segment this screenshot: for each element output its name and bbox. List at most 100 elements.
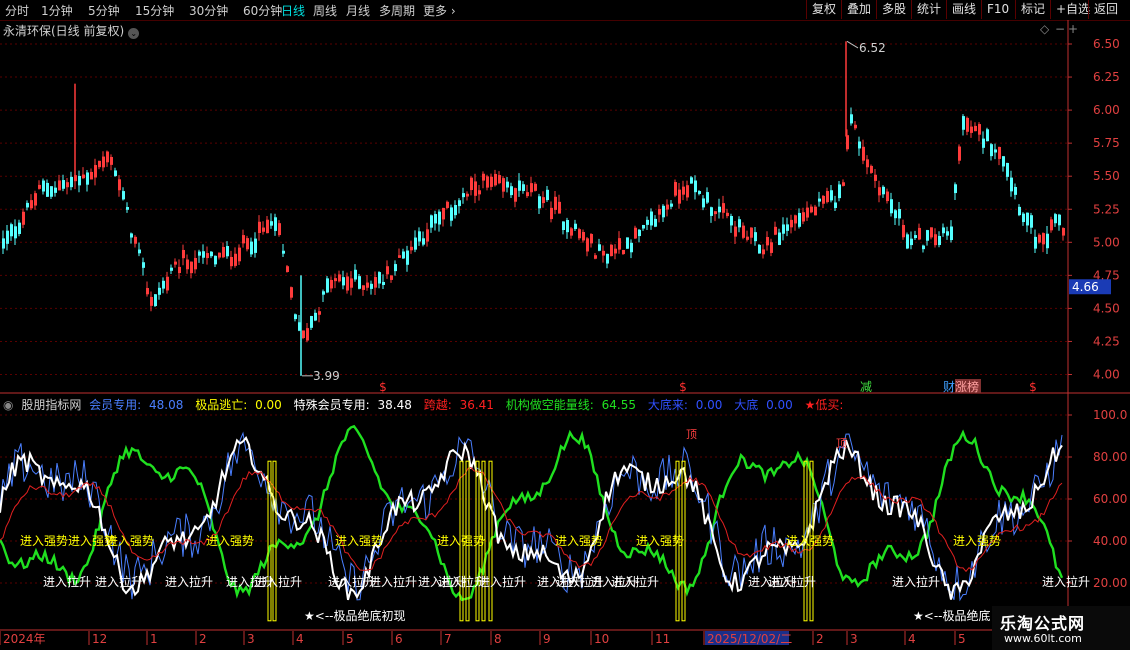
candle <box>334 273 337 289</box>
candle-body <box>610 244 613 257</box>
candle-body <box>794 215 797 224</box>
yellow-signal-label: 进入强势 <box>206 534 254 548</box>
candle <box>370 280 373 295</box>
candle-body <box>366 282 369 288</box>
candle-body <box>222 247 225 258</box>
candle-body <box>398 255 401 258</box>
white-signal-label: 进入拉升 <box>892 574 940 589</box>
high-price-label: 6.52 <box>859 41 886 55</box>
candle <box>326 275 329 294</box>
candle <box>986 127 989 142</box>
candle <box>990 142 993 161</box>
candle-body <box>458 200 461 207</box>
multi-stock-button[interactable]: 多股 <box>876 0 911 19</box>
tf-60min[interactable]: 60分钟 <box>243 2 282 19</box>
f10-button[interactable]: F10 <box>981 0 1014 19</box>
candle <box>238 244 241 266</box>
candle-body <box>510 186 513 196</box>
candle-body <box>354 269 357 280</box>
candle <box>686 180 689 201</box>
tf-5min[interactable]: 5分钟 <box>88 2 120 19</box>
candle-body <box>390 275 393 280</box>
candle <box>1042 232 1045 253</box>
candle-body <box>798 212 801 227</box>
candle-body <box>850 114 853 124</box>
candle <box>274 213 277 236</box>
yellow-signal-bar <box>465 460 470 622</box>
candle <box>50 186 53 200</box>
fuquan-button[interactable]: 复权 <box>806 0 841 19</box>
candle-body <box>990 144 993 157</box>
candle <box>758 243 761 254</box>
candle <box>22 208 25 229</box>
candle <box>690 176 693 184</box>
candle <box>1018 204 1021 217</box>
candle-body <box>698 191 701 194</box>
candle-body <box>934 234 937 246</box>
tf-more[interactable]: 更多 › <box>423 2 456 19</box>
candle <box>818 191 821 207</box>
candle <box>262 221 265 235</box>
candle-body <box>666 204 669 210</box>
candle <box>1038 233 1041 244</box>
candle <box>182 244 185 266</box>
candle-body <box>190 261 193 274</box>
indicator-name[interactable]: 股朋指标网 <box>21 398 81 412</box>
candle-body <box>570 228 573 236</box>
indicator-value-6: 大底 0.00 <box>734 398 797 412</box>
candle <box>442 207 445 227</box>
candle <box>426 222 429 247</box>
statistics-button[interactable]: 统计 <box>911 0 946 19</box>
plus-icon[interactable]: + <box>1068 22 1078 36</box>
overlay-button[interactable]: 叠加 <box>841 0 876 19</box>
tf-1min[interactable]: 1分钟 <box>41 2 73 19</box>
candle-body <box>498 175 501 184</box>
candle-body <box>306 328 309 341</box>
candle-body <box>574 223 577 230</box>
mark-button[interactable]: 标记 <box>1015 0 1050 19</box>
candle <box>694 175 697 200</box>
candle-body <box>674 182 677 196</box>
tf-daily[interactable]: 日线 <box>281 2 305 19</box>
tf-fenshi[interactable]: 分时 <box>5 2 29 19</box>
candle <box>726 208 729 219</box>
candle-body <box>186 259 189 270</box>
white-signal-label: 进入拉升 <box>611 574 659 589</box>
candle <box>1054 212 1057 227</box>
candle-body <box>754 232 757 242</box>
draw-line-button[interactable]: 画线 <box>946 0 981 19</box>
indicator-tick-label: 60.00 <box>1093 492 1127 506</box>
candle <box>642 224 645 231</box>
candle <box>934 228 937 248</box>
candle <box>178 259 181 279</box>
candle <box>662 204 665 222</box>
candle-body <box>170 267 173 271</box>
time-label: 4 <box>908 632 916 646</box>
minus-icon[interactable]: − <box>1055 22 1065 36</box>
candle-body <box>394 264 397 272</box>
candle-body <box>566 220 569 233</box>
candle-body <box>582 232 585 241</box>
candle <box>418 227 421 246</box>
tf-15min[interactable]: 15分钟 <box>135 2 174 19</box>
tf-weekly[interactable]: 周线 <box>313 2 337 19</box>
diamond-icon[interactable]: ◇ <box>1040 22 1049 36</box>
candle-body <box>994 149 997 153</box>
back-button[interactable]: 返回 <box>1088 0 1123 19</box>
candle-body <box>438 211 441 225</box>
candle <box>1014 183 1017 200</box>
candle <box>998 146 1001 166</box>
tf-monthly[interactable]: 月线 <box>346 2 370 19</box>
candle <box>862 139 865 165</box>
tf-multi[interactable]: 多周期 <box>379 2 415 19</box>
stock-title[interactable]: 永清环保(日线 前复权) ⌄ <box>3 22 140 39</box>
settings-icon[interactable]: ◉ <box>3 398 13 412</box>
candle <box>946 226 949 240</box>
time-label: 2025/12/02/二 <box>707 632 792 646</box>
candle <box>918 223 921 241</box>
chevron-down-icon: ⌄ <box>128 28 140 39</box>
tf-30min[interactable]: 30分钟 <box>189 2 228 19</box>
candle-body <box>926 230 929 241</box>
candle <box>922 244 925 253</box>
indicator-value-label: 极品逃亡: <box>195 398 248 412</box>
